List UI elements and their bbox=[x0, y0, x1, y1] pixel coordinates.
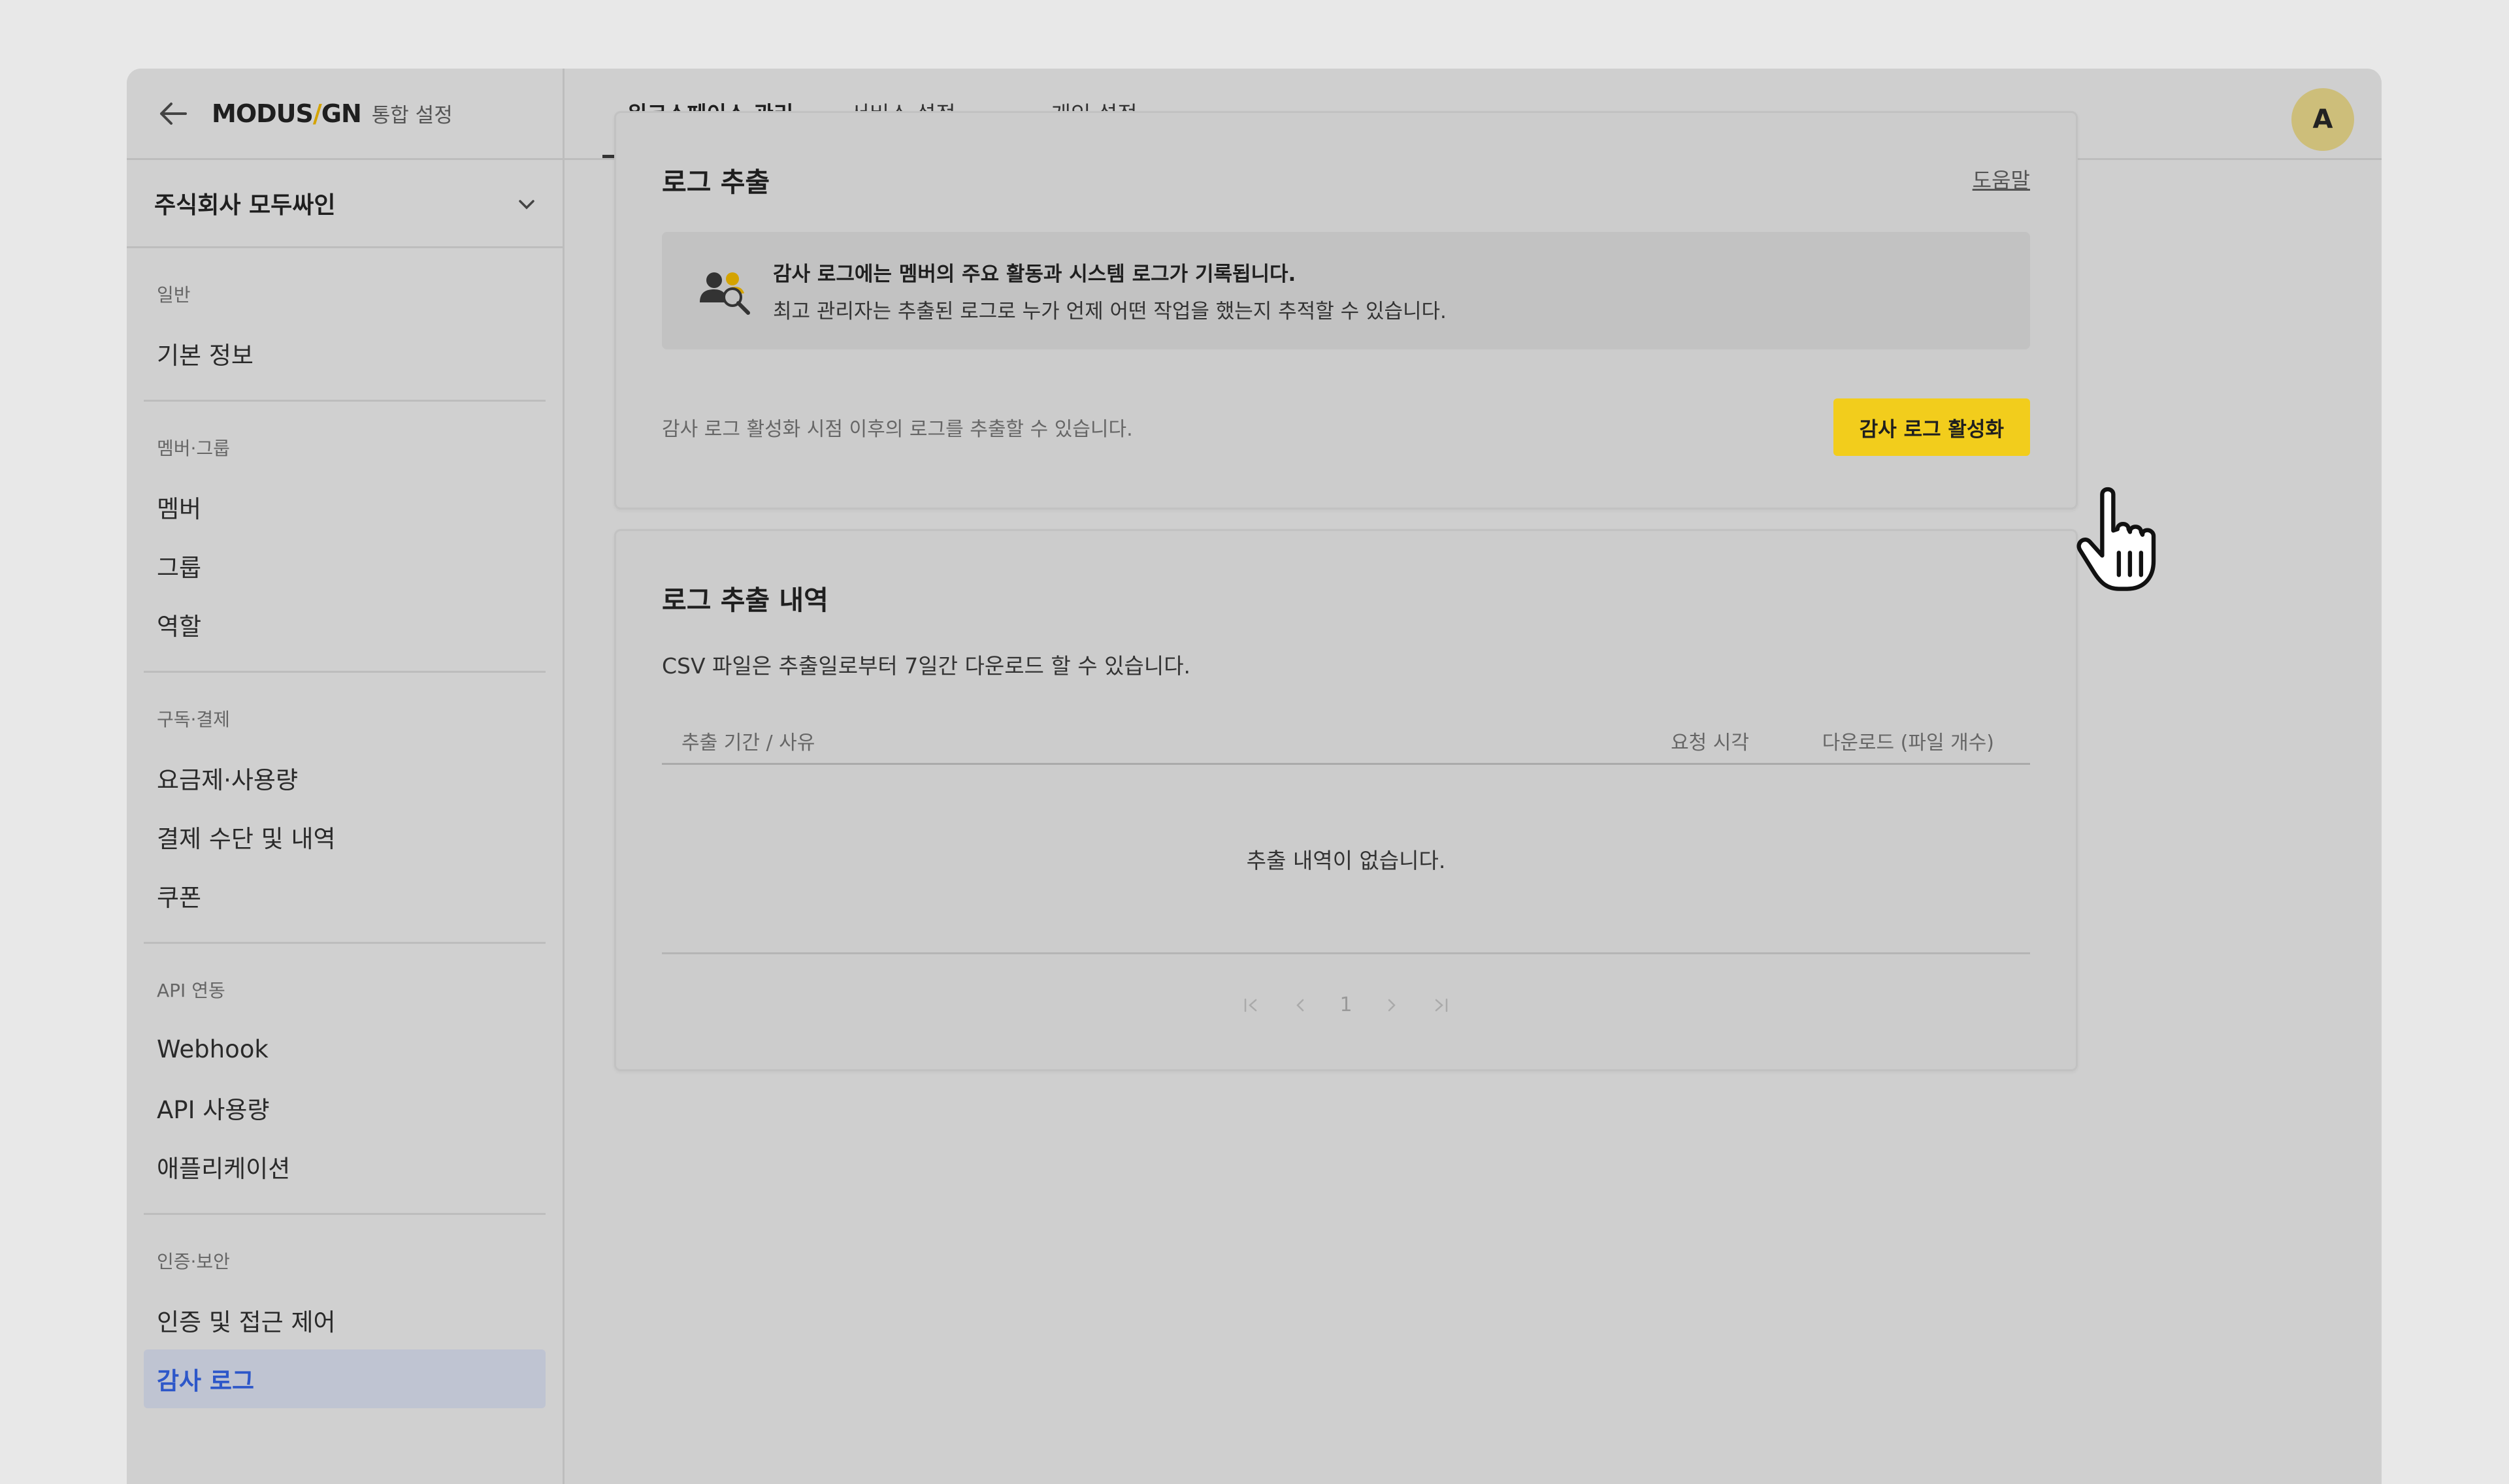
sidebar-item-coupon[interactable]: 쿠폰 bbox=[144, 866, 546, 925]
sidebar-item-members[interactable]: 멤버 bbox=[144, 477, 546, 536]
activation-row: 감사 로그 활성화 시점 이후의 로그를 추출할 수 있습니다. 감사 로그 활… bbox=[662, 398, 2030, 456]
page-number[interactable]: 1 bbox=[1339, 993, 1352, 1016]
section-title: 구독·결제 bbox=[157, 709, 230, 730]
info-line-2: 최고 관리자는 추출된 로그로 누가 언제 어떤 작업을 했는지 추적할 수 있… bbox=[773, 300, 1447, 323]
sidebar: MODUS/GN 통합 설정 주식회사 모두싸인 일반 기본 정보 멤버·그룹 … bbox=[127, 69, 565, 1484]
log-history-card: 로그 추출 내역 CSV 파일은 추출일로부터 7일간 다운로드 할 수 있습니… bbox=[614, 529, 2078, 1071]
empty-state: 추출 내역이 없습니다. bbox=[662, 765, 2030, 954]
column-header-period: 추출 기간 / 사유 bbox=[681, 731, 815, 754]
logo: MODUS/GN bbox=[212, 99, 362, 128]
sidebar-item-webhook[interactable]: Webhook bbox=[144, 1020, 546, 1078]
sidebar-header: MODUS/GN 통합 설정 bbox=[127, 69, 563, 160]
log-export-title: 로그 추출 bbox=[662, 167, 770, 198]
sidebar-item-plan-usage[interactable]: 요금제·사용량 bbox=[144, 749, 546, 807]
back-arrow-icon[interactable] bbox=[153, 94, 192, 133]
audit-people-search-icon bbox=[700, 272, 750, 315]
sidebar-section-members: 멤버·그룹 멤버 그룹 역할 bbox=[144, 402, 546, 673]
column-header-download: 다운로드 (파일 개수) bbox=[1822, 731, 1994, 754]
sidebar-item-auth-access[interactable]: 인증 및 접근 제어 bbox=[144, 1291, 546, 1349]
csv-note: CSV 파일은 추출일로부터 7일간 다운로드 할 수 있습니다. bbox=[662, 653, 1191, 679]
prev-page-icon[interactable] bbox=[1294, 997, 1307, 1013]
info-box: 감사 로그에는 멤버의 주요 활동과 시스템 로그가 기록됩니다. 최고 관리자… bbox=[662, 232, 2030, 349]
section-title: 일반 bbox=[157, 284, 191, 306]
sidebar-item-api-usage[interactable]: API 사용량 bbox=[144, 1078, 546, 1137]
section-title: 인증·보안 bbox=[157, 1251, 230, 1272]
sidebar-item-groups[interactable]: 그룹 bbox=[144, 536, 546, 595]
first-page-icon[interactable] bbox=[1243, 997, 1261, 1013]
next-page-icon[interactable] bbox=[1385, 997, 1398, 1013]
sidebar-section-general: 일반 기본 정보 bbox=[144, 248, 546, 402]
empty-message: 추출 내역이 없습니다. bbox=[1246, 847, 1446, 873]
sidebar-item-applications[interactable]: 애플리케이션 bbox=[144, 1137, 546, 1196]
sidebar-item-payment[interactable]: 결제 수단 및 내역 bbox=[144, 807, 546, 866]
last-page-icon[interactable] bbox=[1431, 997, 1449, 1013]
log-history-title: 로그 추출 내역 bbox=[662, 585, 828, 616]
org-selector[interactable]: 주식회사 모두싸인 bbox=[127, 160, 563, 248]
chevron-down-icon bbox=[517, 190, 536, 217]
sidebar-section-security: 인증·보안 인증 및 접근 제어 감사 로그 bbox=[144, 1215, 546, 1425]
info-line-1: 감사 로그에는 멤버의 주요 활동과 시스템 로그가 기록됩니다. bbox=[773, 263, 1296, 286]
help-link[interactable]: 도움말 bbox=[1973, 164, 2030, 194]
activate-audit-log-button[interactable]: 감사 로그 활성화 bbox=[1833, 398, 2030, 456]
column-header-request-time: 요청 시각 bbox=[1671, 731, 1749, 754]
pagination: 1 bbox=[662, 993, 2030, 1016]
sidebar-item-basic-info[interactable]: 기본 정보 bbox=[144, 324, 546, 383]
table-header: 추출 기간 / 사유 요청 시각 다운로드 (파일 개수) bbox=[662, 718, 2030, 765]
logo-subtitle: 통합 설정 bbox=[371, 104, 453, 127]
sidebar-section-billing: 구독·결제 요금제·사용량 결제 수단 및 내역 쿠폰 bbox=[144, 673, 546, 944]
section-title: API 연동 bbox=[157, 980, 225, 1001]
section-title: 멤버·그룹 bbox=[157, 438, 230, 459]
info-text: 감사 로그에는 멤버의 주요 활동과 시스템 로그가 기록됩니다. 최고 관리자… bbox=[773, 257, 1447, 324]
activation-note: 감사 로그 활성화 시점 이후의 로그를 추출할 수 있습니다. bbox=[662, 418, 1133, 441]
avatar[interactable]: A bbox=[2291, 88, 2354, 151]
log-export-card: 로그 추출 도움말 감사 로그에는 멤버의 주요 활동과 시스템 로그가 기록됩… bbox=[614, 111, 2078, 509]
org-name: 주식회사 모두싸인 bbox=[154, 192, 336, 219]
sidebar-item-roles[interactable]: 역할 bbox=[144, 595, 546, 654]
sidebar-item-audit-log[interactable]: 감사 로그 bbox=[144, 1349, 546, 1408]
sidebar-section-api: API 연동 Webhook API 사용량 애플리케이션 bbox=[144, 944, 546, 1215]
